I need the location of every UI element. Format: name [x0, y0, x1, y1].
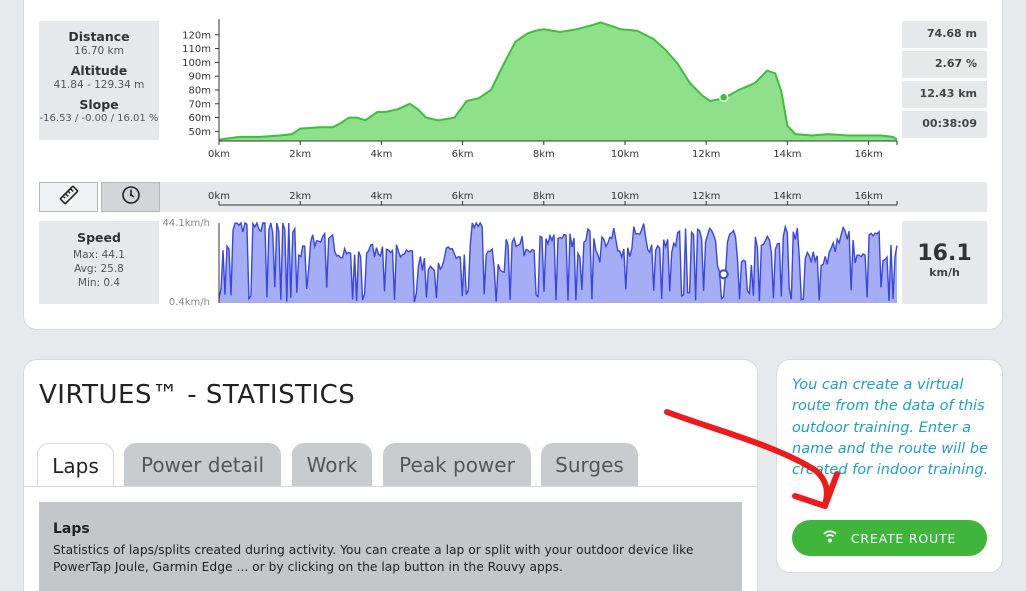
altitude-label: Altitude — [70, 63, 128, 78]
stopwatch-icon — [121, 185, 141, 209]
elevation-x-tick-label: 16km — [854, 149, 882, 160]
current-speed-value: 16.1 — [917, 241, 972, 266]
ruler-tick-label: 6km — [452, 191, 474, 202]
tab-work[interactable]: Work — [292, 443, 372, 487]
elevation-x-tick-label: 2km — [289, 149, 311, 160]
speed-max-axis-label: 44.1km/h — [162, 218, 210, 229]
tab-power-detail[interactable]: Power detail — [124, 443, 281, 487]
elevation-y-tick-label: 120m — [182, 30, 211, 41]
time-axis-button[interactable] — [101, 182, 160, 212]
elevation-x-tick-label: 14km — [773, 149, 801, 160]
speed-stats-panel: Speed Max: 44.1 Avg: 25.8 Min: 0.4 — [39, 221, 159, 304]
laps-description-line2: PowerTap Joule, Garmin Edge ... or by cl… — [53, 560, 563, 574]
slope-label: Slope — [79, 97, 119, 112]
tab-peak-power[interactable]: Peak power — [383, 443, 531, 487]
altitude-value: 41.84 - 129.34 m — [53, 79, 145, 91]
elevation-x-tick-label: 4km — [370, 149, 392, 160]
speed-min: Min: 0.4 — [77, 277, 121, 289]
annotation-arrow — [664, 409, 840, 509]
tab-surges[interactable]: Surges — [541, 443, 638, 487]
elevation-y-tick-label: 90m — [189, 72, 211, 83]
elevation-chart[interactable]: 50m 60m 70m 80m 90m 100m 110m 120m 0km 2km 4km 6km 8… — [160, 10, 902, 170]
cursor-distance-readout: 12.43 km — [902, 81, 987, 108]
laps-heading: Laps — [53, 521, 90, 537]
ruler-tick-label: 0km — [208, 191, 230, 202]
elevation-y-tick-label: 110m — [182, 44, 211, 55]
distance-axis-button[interactable] — [39, 182, 98, 212]
cursor-altitude-readout: 74.68 m — [902, 21, 987, 48]
elevation-y-tick-label: 80m — [189, 85, 211, 96]
elevation-x-tick-label: 6km — [452, 149, 474, 160]
speed-cursor-marker — [718, 269, 729, 280]
statistics-title: VIRTUES™ - STATISTICS — [39, 380, 356, 410]
elevation-x-tick-label: 8km — [533, 149, 555, 160]
elevation-stats-panel: Distance 16.70 km Altitude 41.84 - 129.3… — [39, 21, 159, 140]
ruler-icon — [59, 185, 79, 209]
speed-area — [219, 223, 897, 303]
cursor-slope-readout: 2.67 % — [902, 51, 987, 78]
ruler-tick-label: 12km — [692, 191, 720, 202]
elevation-x-tick-label: 10km — [611, 149, 639, 160]
slope-value: -16.53 / -0.00 / 16.01 % — [39, 113, 159, 124]
route-pin-icon — [823, 529, 837, 548]
elevation-y-tick-label: 100m — [182, 58, 211, 69]
current-speed-panel: 16.1 km/h — [902, 221, 987, 304]
elevation-x-tick-label: 0km — [208, 149, 230, 160]
speed-max: Max: 44.1 — [73, 249, 125, 261]
speed-label: Speed — [77, 230, 121, 245]
speed-min-axis-label: 0.4km/h — [169, 297, 210, 308]
tab-laps[interactable]: Laps — [37, 443, 114, 487]
laps-info-box: Laps Statistics of laps/splits created d… — [39, 502, 742, 591]
ruler-tick-label: 2km — [289, 191, 311, 202]
ruler-tick-label: 10km — [611, 191, 639, 202]
elevation-y-tick-label: 50m — [189, 127, 211, 138]
create-route-label: CREATE ROUTE — [850, 530, 957, 546]
elevation-x-tick-label: 12km — [692, 149, 720, 160]
distance-value: 16.70 km — [74, 45, 124, 57]
create-route-button[interactable]: CREATE ROUTE — [792, 520, 987, 556]
laps-description-line1: Statistics of laps/splits created during… — [53, 543, 694, 557]
tab-divider — [24, 486, 757, 487]
distance-axis-ruler: 0km 2km 4km 6km 8km 10km 12km 14km 16km — [208, 191, 898, 206]
current-speed-unit: km/h — [929, 266, 960, 279]
speed-avg: Avg: 25.8 — [74, 263, 124, 275]
elevation-area — [219, 22, 897, 141]
cursor-time-readout: 00:38:09 — [902, 111, 987, 138]
ruler-tick-label: 16km — [854, 191, 882, 202]
distance-label: Distance — [68, 29, 130, 44]
ruler-tick-label: 8km — [533, 191, 555, 202]
ruler-tick-label: 4km — [370, 191, 392, 202]
elevation-cursor-marker — [718, 92, 729, 103]
ruler-tick-label: 14km — [773, 191, 801, 202]
elevation-y-tick-label: 60m — [189, 113, 211, 124]
elevation-y-tick-label: 70m — [189, 99, 211, 110]
speed-chart[interactable]: 44.1km/h 0.4km/h — [160, 214, 902, 310]
